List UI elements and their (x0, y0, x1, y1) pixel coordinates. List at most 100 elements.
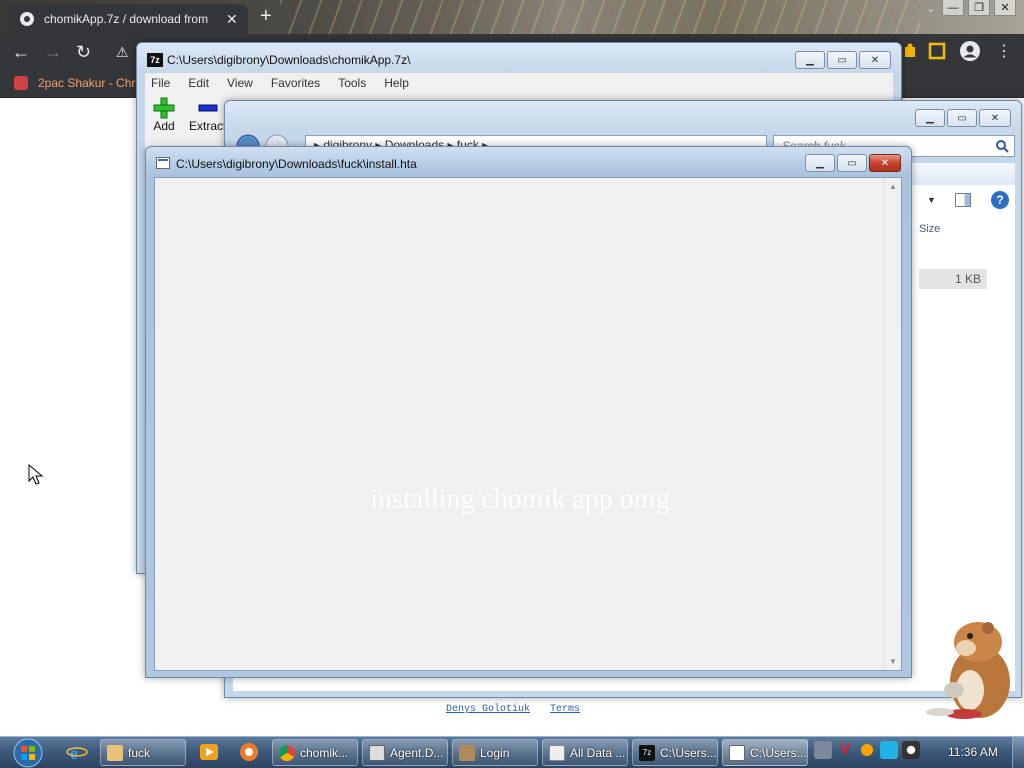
installing-message: installing chomik app omg (370, 484, 670, 515)
tab-favicon-icon (20, 12, 34, 26)
hta-window-controls: ▁ ▭ ✕ (805, 154, 901, 172)
scroll-up-icon[interactable]: ▲ (889, 182, 897, 191)
add-label: Add (153, 119, 175, 133)
extension-puzzle-icon[interactable] (902, 42, 920, 60)
browser-minimize-button[interactable]: — (942, 0, 964, 16)
browser-close-button[interactable]: ✕ (994, 0, 1016, 16)
bookmark-label: 2pac Shakur - Chro (38, 76, 143, 90)
taskbar-item-fuck[interactable]: fuck (100, 739, 186, 766)
taskbar-clock[interactable]: 11:36 AM (948, 745, 998, 759)
menu-favorites[interactable]: Favorites (271, 76, 320, 90)
show-desktop-button[interactable] (1012, 737, 1024, 768)
sevenzip-menu-bar: File Edit View Favorites Tools Help (145, 73, 893, 93)
menu-tools[interactable]: Tools (338, 76, 366, 90)
media-player-icon[interactable] (198, 741, 220, 763)
sevenzip-maximize-button[interactable]: ▭ (827, 51, 857, 69)
menu-view[interactable]: View (227, 76, 253, 90)
start-button[interactable] (6, 738, 46, 768)
window-icon (549, 744, 565, 761)
hta-vertical-scrollbar[interactable]: ▲ ▼ (884, 178, 901, 670)
taskbar-item-login[interactable]: Login (452, 739, 538, 766)
search-tool-icon[interactable] (858, 741, 876, 759)
scroll-down-icon[interactable]: ▼ (889, 657, 897, 666)
taskbar-item-label: fuck (128, 745, 151, 760)
browser-theme-background (280, 0, 920, 34)
bookmark-item[interactable]: 2pac Shakur - Chro (14, 76, 142, 90)
network-icon[interactable] (880, 741, 898, 759)
extract-minus-icon (198, 104, 218, 112)
taskbar-item-label: All Data ... (570, 745, 626, 760)
profile-avatar-icon[interactable] (960, 41, 980, 61)
hta-minimize-button[interactable]: ▁ (805, 154, 835, 172)
view-options-chevron-icon[interactable]: ▼ (927, 195, 936, 205)
author-link[interactable]: Denys Golotiuk (446, 704, 530, 715)
menu-edit[interactable]: Edit (188, 76, 209, 90)
menu-file[interactable]: File (151, 76, 170, 90)
file-size-cell: 1 KB (919, 269, 987, 289)
sevenzip-app-icon: 7z (147, 53, 163, 67)
sevenzip-minimize-button[interactable]: ▁ (795, 51, 825, 69)
taskbar-item-label: Login (480, 745, 510, 760)
pinned-app-icon[interactable] (238, 741, 260, 763)
explorer-window-controls: ▁ ▭ ✕ (915, 109, 1011, 127)
folder-icon (107, 744, 123, 761)
page-footer-links: Denys Golotiuk Terms (446, 704, 594, 715)
hta-window: C:\Users\digibrony\Downloads\fuck\instal… (145, 146, 912, 678)
extract-label: Extract (189, 119, 227, 133)
new-tab-button[interactable]: + (260, 6, 272, 26)
tab-title: chomikApp.7z / download from (44, 12, 209, 26)
taskbar-item-label: C:\Users... (660, 745, 717, 760)
sevenzip-icon: 7z (639, 744, 655, 761)
user-icon (459, 744, 475, 761)
browser-tab-active[interactable]: chomikApp.7z / download from ✕ (8, 4, 248, 34)
taskbar-item-7zip[interactable]: 7z C:\Users... (632, 739, 718, 766)
browser-maximize-button[interactable]: ❐ (968, 0, 990, 16)
reload-button[interactable]: ↻ (76, 43, 91, 61)
extension-square-icon[interactable] (928, 42, 946, 60)
taskbar-item-hta[interactable]: C:\Users... (722, 739, 808, 766)
forward-button[interactable]: → (44, 43, 62, 61)
help-icon[interactable]: ? (991, 191, 1009, 209)
tab-search-chevron-icon[interactable]: ⌄ (924, 0, 938, 16)
column-header-size[interactable]: Size (919, 223, 940, 235)
tab-close-icon[interactable]: ✕ (226, 11, 238, 28)
sevenzip-window-title: C:\Users\digibrony\Downloads\chomikApp.7… (167, 53, 411, 67)
warning-icon[interactable]: ⚠ (116, 43, 129, 61)
back-button[interactable]: ← (12, 43, 30, 61)
tray-app-icon[interactable] (814, 741, 832, 759)
hta-window-icon (156, 157, 170, 169)
add-plus-icon (153, 97, 175, 119)
hamster-mascot-image (926, 622, 1010, 719)
bookmark-favicon-icon (14, 76, 28, 90)
search-icon[interactable] (995, 139, 1009, 153)
extract-button[interactable]: Extract (189, 97, 226, 133)
chrome-tab-strip: chomikApp.7z / download from ✕ + ⌄ — ❐ ✕ (0, 0, 1024, 34)
taskbar-item-chrome[interactable]: chomik... (272, 739, 358, 766)
antivirus-icon[interactable]: V (836, 741, 854, 759)
hta-content: installing chomik app omg ▲ ▼ (154, 177, 902, 671)
internet-explorer-icon[interactable]: e (66, 741, 88, 763)
browser-window-controls: ⌄ — ❐ ✕ (924, 0, 1016, 16)
volume-icon[interactable] (902, 741, 920, 759)
sevenzip-window-controls: ▁ ▭ ✕ (795, 51, 891, 69)
browser-menu-icon[interactable]: ⋮ (996, 43, 1012, 61)
preview-pane-icon[interactable] (955, 193, 971, 207)
hta-window-title: C:\Users\digibrony\Downloads\fuck\instal… (176, 157, 417, 171)
taskbar-item-agent[interactable]: Agent.D... (362, 739, 448, 766)
explorer-maximize-button[interactable]: ▭ (947, 109, 977, 127)
window-icon (729, 744, 745, 761)
explorer-minimize-button[interactable]: ▁ (915, 109, 945, 127)
system-tray: V (814, 741, 920, 759)
mouse-cursor-icon (28, 464, 44, 485)
explorer-close-button[interactable]: ✕ (979, 109, 1011, 127)
sevenzip-close-button[interactable]: ✕ (859, 51, 891, 69)
taskbar-item-all-data[interactable]: All Data ... (542, 739, 628, 766)
hta-maximize-button[interactable]: ▭ (837, 154, 867, 172)
hta-close-button[interactable]: ✕ (869, 154, 901, 172)
chrome-icon (279, 744, 295, 761)
taskbar-item-label: Agent.D... (390, 745, 444, 760)
add-button[interactable]: Add (153, 97, 175, 133)
taskbar-item-label: chomik... (300, 745, 349, 760)
terms-link[interactable]: Terms (550, 704, 580, 715)
menu-help[interactable]: Help (384, 76, 409, 90)
